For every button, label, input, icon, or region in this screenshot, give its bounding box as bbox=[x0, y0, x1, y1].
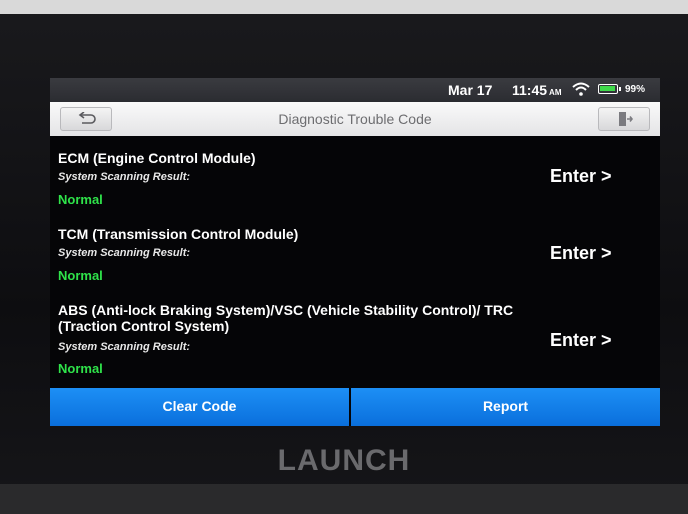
screen: Mar 17 11:45 AM 99% Diagnostic Trouble Co… bbox=[50, 78, 660, 426]
wifi-icon bbox=[572, 82, 590, 96]
scan-result-label: System Scanning Result: bbox=[58, 247, 191, 259]
exit-button[interactable] bbox=[598, 107, 650, 131]
module-row-ecm[interactable]: ECM (Engine Control Module) System Scann… bbox=[50, 136, 660, 216]
device-bottom-edge bbox=[0, 484, 688, 514]
module-row-abs[interactable]: ABS (Anti-lock Braking System)/VSC (Vehi… bbox=[50, 296, 660, 388]
enter-button-abs[interactable]: Enter > bbox=[550, 330, 612, 351]
status-date: Mar 17 bbox=[448, 82, 493, 98]
scan-result-label: System Scanning Result: bbox=[58, 171, 191, 183]
battery-icon bbox=[598, 84, 621, 94]
module-name: ABS (Anti-lock Braking System)/VSC (Vehi… bbox=[58, 302, 514, 334]
scan-result-value: Normal bbox=[58, 268, 103, 283]
page-title: Diagnostic Trouble Code bbox=[278, 111, 432, 127]
battery-percent: 99% bbox=[625, 84, 646, 95]
module-name: ECM (Engine Control Module) bbox=[58, 150, 256, 166]
scan-result-value: Normal bbox=[58, 192, 103, 207]
status-bar: Mar 17 11:45 AM 99% bbox=[50, 78, 660, 102]
module-name: TCM (Transmission Control Module) bbox=[58, 226, 299, 242]
report-button[interactable]: Report bbox=[351, 388, 660, 426]
module-row-tcm[interactable]: TCM (Transmission Control Module) System… bbox=[50, 216, 660, 296]
status-time: 11:45 AM bbox=[512, 82, 562, 98]
footer-bar: Clear Code Report bbox=[50, 388, 660, 426]
status-time-value: 11:45 bbox=[512, 82, 548, 98]
scan-result-label: System Scanning Result: bbox=[58, 341, 191, 353]
device-top-edge bbox=[0, 0, 688, 14]
status-ampm: AM bbox=[549, 88, 562, 97]
brand-logo: LAUNCH bbox=[277, 444, 411, 477]
device-body: Mar 17 11:45 AM 99% Diagnostic Trouble Co… bbox=[0, 0, 688, 514]
exit-icon bbox=[619, 112, 633, 126]
clear-code-button[interactable]: Clear Code bbox=[50, 388, 349, 426]
enter-button-tcm[interactable]: Enter > bbox=[550, 243, 612, 264]
module-list: ECM (Engine Control Module) System Scann… bbox=[50, 136, 660, 388]
scan-result-value: Normal bbox=[58, 361, 103, 376]
title-bar: Diagnostic Trouble Code bbox=[50, 102, 660, 136]
battery-level bbox=[600, 86, 615, 91]
enter-button-ecm[interactable]: Enter > bbox=[550, 166, 612, 187]
